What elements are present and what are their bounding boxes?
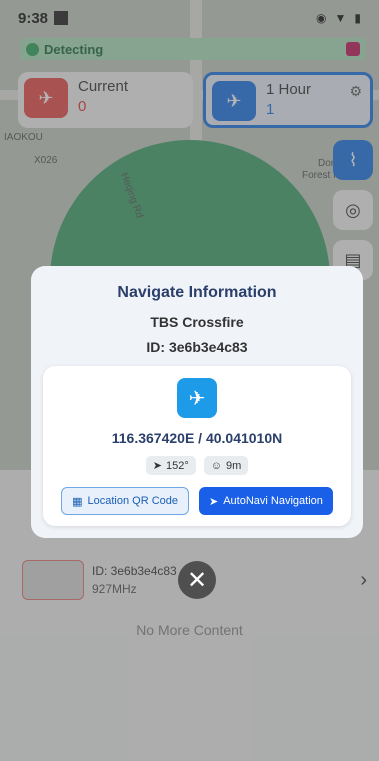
navigation-arrow-icon: ➤ [209,495,219,508]
nav-button-label: AutoNavi Navigation [223,495,323,507]
close-icon: ✕ [186,566,208,594]
drone-icon: ✈ [177,378,217,418]
qr-code-icon: ▦ [72,495,83,508]
qr-button-label: Location QR Code [87,495,179,507]
autonavi-navigation-button[interactable]: ➤ AutoNavi Navigation [199,487,333,515]
device-id: ID: 3e6b3e4c83 [146,339,248,355]
distance-chip: ☺ 9m [203,456,249,475]
heading-value: 152° [165,459,189,472]
location-card: ✈ 116.367420E / 40.041010N ➤ 152° ☺ 9m ▦… [43,366,351,526]
dialog-title: Navigate Information [117,284,277,301]
distance-value: 9m [225,459,242,472]
person-icon: ☺ [210,459,222,472]
navigate-info-dialog: Navigate Information TBS Crossfire ID: 3… [31,266,363,538]
coordinates: 116.367420E / 40.041010N [111,430,283,446]
heading-chip: ➤ 152° [145,456,196,475]
device-name: TBS Crossfire [150,314,244,330]
heading-icon: ➤ [152,460,162,472]
close-dialog-button[interactable]: ✕ [178,561,216,599]
location-qr-button[interactable]: ▦ Location QR Code [61,487,189,515]
